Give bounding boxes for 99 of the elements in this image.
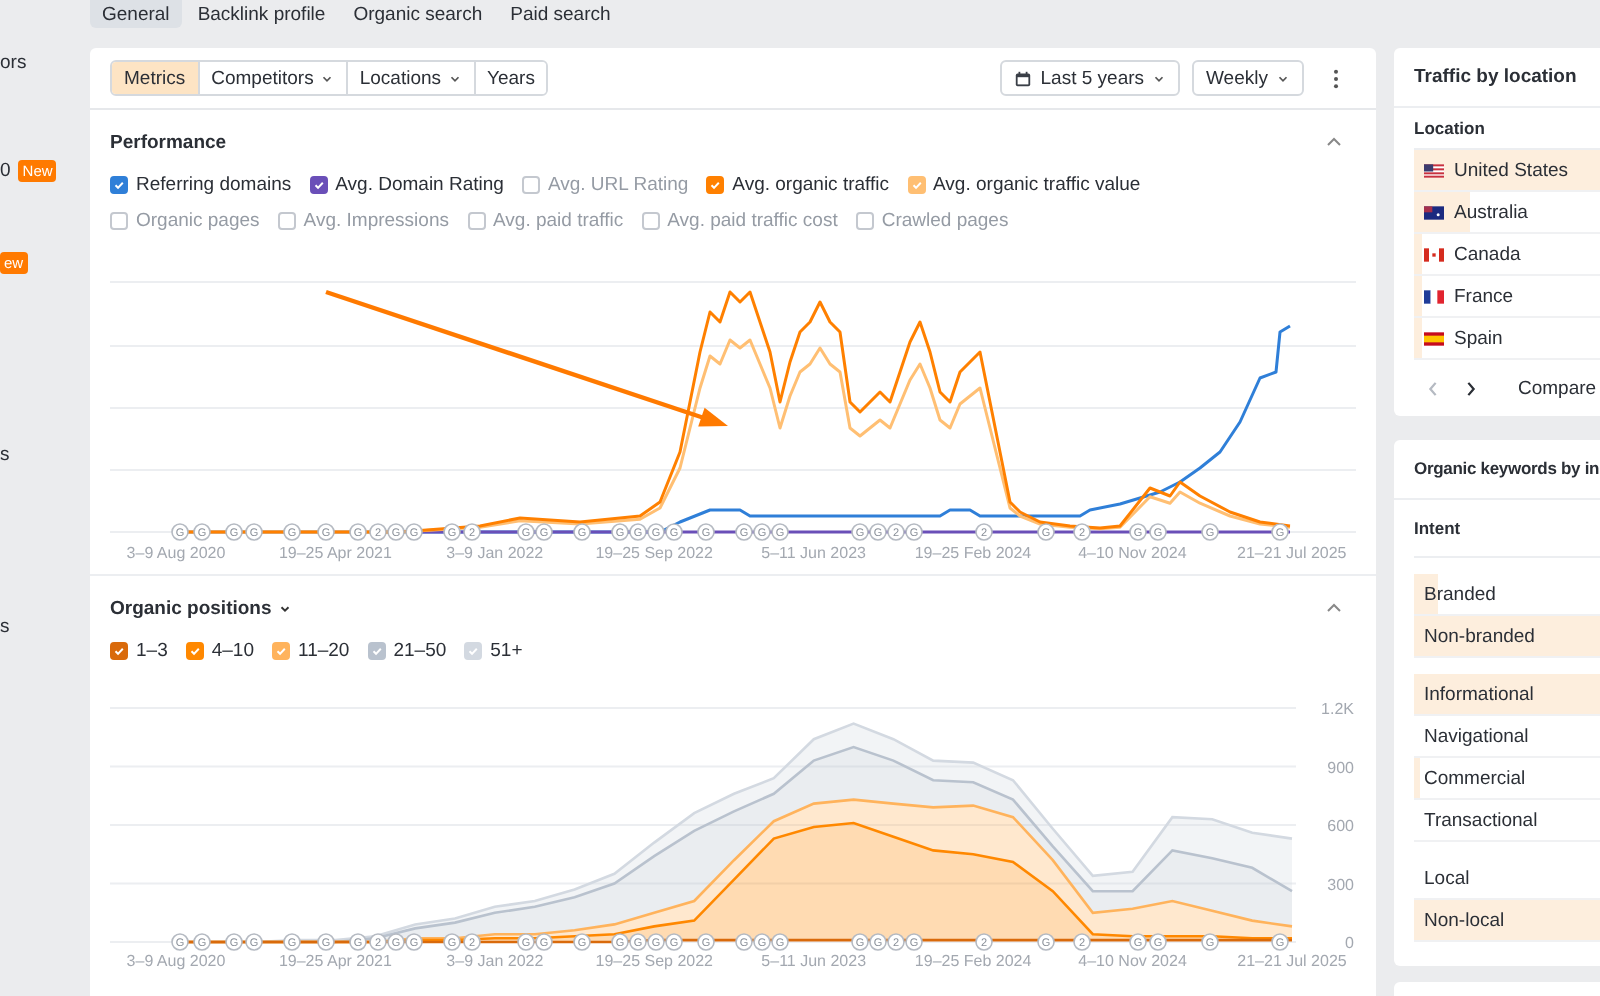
legend-label: 4–10 <box>211 639 254 661</box>
sidebar-item[interactable]: s <box>0 615 10 637</box>
checkbox[interactable] <box>110 175 128 193</box>
checkmark-icon <box>708 177 723 191</box>
metric-label: Avg. paid traffic cost <box>667 209 838 231</box>
checkbox[interactable] <box>185 641 204 659</box>
metric-label: Organic pages <box>136 209 260 231</box>
caret-icon <box>1152 71 1167 85</box>
axis-label: 4–10 Nov 2024 <box>1078 952 1187 970</box>
checkbox[interactable] <box>521 175 540 193</box>
metric-label: Avg. Impressions <box>303 209 449 231</box>
legend-label: 51+ <box>490 639 523 661</box>
axis-label: 19–25 Feb 2024 <box>914 952 1032 970</box>
metric-label: Crawled pages <box>881 209 1009 231</box>
axis-label: 3–9 Jan 2022 <box>446 544 544 562</box>
tab[interactable]: Organic search <box>341 0 495 28</box>
checkbox[interactable] <box>855 211 874 229</box>
flag-icon <box>1424 289 1444 303</box>
more-icon[interactable] <box>1332 67 1340 89</box>
axis-label: 19–25 Sep 2022 <box>595 544 713 562</box>
caret-icon <box>277 601 292 615</box>
metric-label: Referring domains <box>136 173 292 195</box>
intent-name[interactable]: Transactional <box>1424 809 1538 831</box>
legend-label: 1–3 <box>136 639 168 661</box>
checkmark-icon <box>466 643 481 657</box>
checkbox[interactable] <box>706 175 725 193</box>
axis-label: 4–10 Nov 2024 <box>1078 544 1187 562</box>
checkmark-icon <box>909 177 924 191</box>
checkmark-icon <box>112 643 126 657</box>
checkbox[interactable] <box>110 211 128 229</box>
axis-label: 5–11 Jun 2023 <box>761 952 867 970</box>
legend-label: 11–20 <box>298 639 350 661</box>
next-icon[interactable] <box>1464 379 1478 397</box>
checkmark-icon <box>187 643 202 657</box>
column-header: Intent <box>1414 518 1461 538</box>
card-title: Organic keywords by in <box>1414 458 1600 478</box>
period-dropdown[interactable]: Last 5 years <box>1000 60 1181 96</box>
column-header: Location <box>1414 118 1485 138</box>
axis-label: 19–25 Feb 2024 <box>914 544 1032 562</box>
tab[interactable]: Paid search <box>498 0 623 28</box>
checkbox[interactable] <box>272 641 290 659</box>
intent-name[interactable]: Non-branded <box>1424 625 1535 647</box>
flag-icon <box>1424 331 1444 345</box>
axis-label: 19–25 Sep 2022 <box>595 952 713 970</box>
tab[interactable]: Backlink profile <box>185 0 338 28</box>
checkbox[interactable] <box>277 211 296 229</box>
axis-label: 19–25 Apr 2021 <box>278 544 392 562</box>
caret-icon <box>1276 71 1290 85</box>
checkbox[interactable] <box>110 641 128 659</box>
section-title: Performance <box>110 131 227 153</box>
location-name[interactable]: Canada <box>1454 243 1521 265</box>
axis-label: 0 <box>1345 934 1354 952</box>
checkbox[interactable] <box>641 211 660 229</box>
axis-label: 3–9 Jan 2022 <box>446 952 544 970</box>
location-name[interactable]: Australia <box>1454 201 1528 223</box>
card-title: Traffic by location <box>1414 66 1577 88</box>
sidebar-item[interactable]: s <box>0 443 10 465</box>
intent-name[interactable]: Non-local <box>1424 909 1505 931</box>
axis-label: 21–21 Jul 2025 <box>1237 544 1347 562</box>
axis-label: 19–25 Apr 2021 <box>278 952 392 970</box>
checkmark-icon <box>274 643 288 657</box>
axis-label: 1.2K <box>1321 700 1354 718</box>
location-name[interactable]: Spain <box>1454 327 1503 349</box>
intent-name[interactable]: Local <box>1424 867 1470 889</box>
filter-tab[interactable]: Metrics <box>112 62 198 94</box>
location-name[interactable]: United States <box>1454 159 1569 181</box>
axis-label: 21–21 Jul 2025 <box>1237 952 1347 970</box>
axis-label: 5–11 Jun 2023 <box>761 544 866 562</box>
axis-label: 3–9 Aug 2020 <box>126 952 226 970</box>
intent-name[interactable]: Informational <box>1424 683 1534 705</box>
metric-label: Avg. paid traffic <box>493 209 624 231</box>
calendar-icon <box>1014 69 1033 87</box>
axis-label: 3–9 Aug 2020 <box>126 544 226 562</box>
metric-label: Avg. Domain Rating <box>335 173 504 195</box>
axis-label: 300 <box>1327 875 1354 894</box>
filter-tab[interactable]: Years <box>473 62 547 94</box>
checkmark-icon <box>369 643 384 657</box>
checkmark-icon <box>112 177 126 191</box>
checkbox[interactable] <box>467 211 485 229</box>
metric-label: Avg. URL Rating <box>547 173 689 195</box>
checkmark-icon <box>311 177 326 191</box>
interval-dropdown[interactable]: Weekly <box>1192 60 1304 96</box>
metric-label: Avg. organic traffic value <box>933 173 1141 195</box>
checkbox[interactable] <box>367 641 386 659</box>
compare-link[interactable]: Compare <box>1518 377 1597 399</box>
sidebar-item[interactable]: 0 <box>0 159 11 181</box>
metric-label: Avg. organic traffic <box>732 173 890 195</box>
tab[interactable]: General <box>90 0 182 28</box>
intent-name[interactable]: Navigational <box>1424 725 1529 747</box>
checkbox[interactable] <box>309 175 328 193</box>
legend-label: 21–50 <box>393 639 447 661</box>
sidebar-item[interactable]: ors <box>0 51 27 73</box>
axis-label: 600 <box>1327 817 1354 835</box>
flag-icon <box>1424 247 1444 261</box>
intent-name[interactable]: Commercial <box>1424 767 1526 789</box>
axis-label: 900 <box>1327 758 1354 777</box>
intent-name[interactable]: Branded <box>1424 583 1496 605</box>
location-name[interactable]: France <box>1454 285 1514 307</box>
section-dropdown[interactable]: Organic positions <box>110 597 292 619</box>
